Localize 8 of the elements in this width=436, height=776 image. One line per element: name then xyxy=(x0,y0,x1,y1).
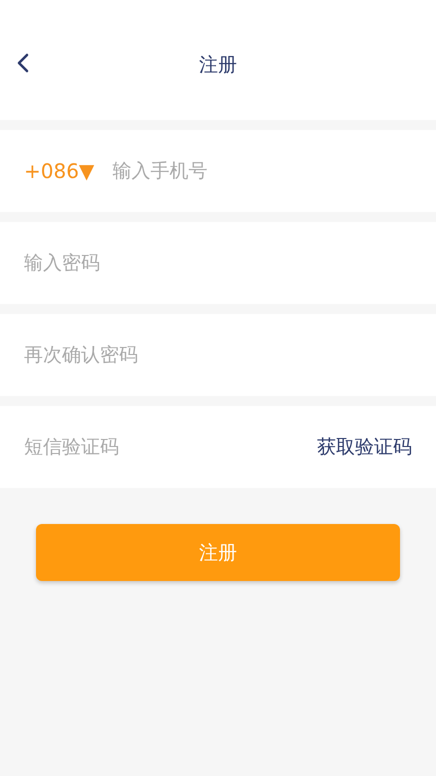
get-code-button[interactable]: 获取验证码 xyxy=(317,434,412,460)
back-button[interactable] xyxy=(16,52,30,74)
register-button[interactable]: 注册 xyxy=(36,524,400,581)
page-title: 注册 xyxy=(199,53,237,78)
back-icon xyxy=(16,52,30,74)
country-code-selector[interactable]: +086▼ xyxy=(24,159,94,183)
phone-input[interactable]: 输入手机号 xyxy=(112,160,412,182)
sms-code-input[interactable]: 短信验证码 xyxy=(24,436,317,458)
